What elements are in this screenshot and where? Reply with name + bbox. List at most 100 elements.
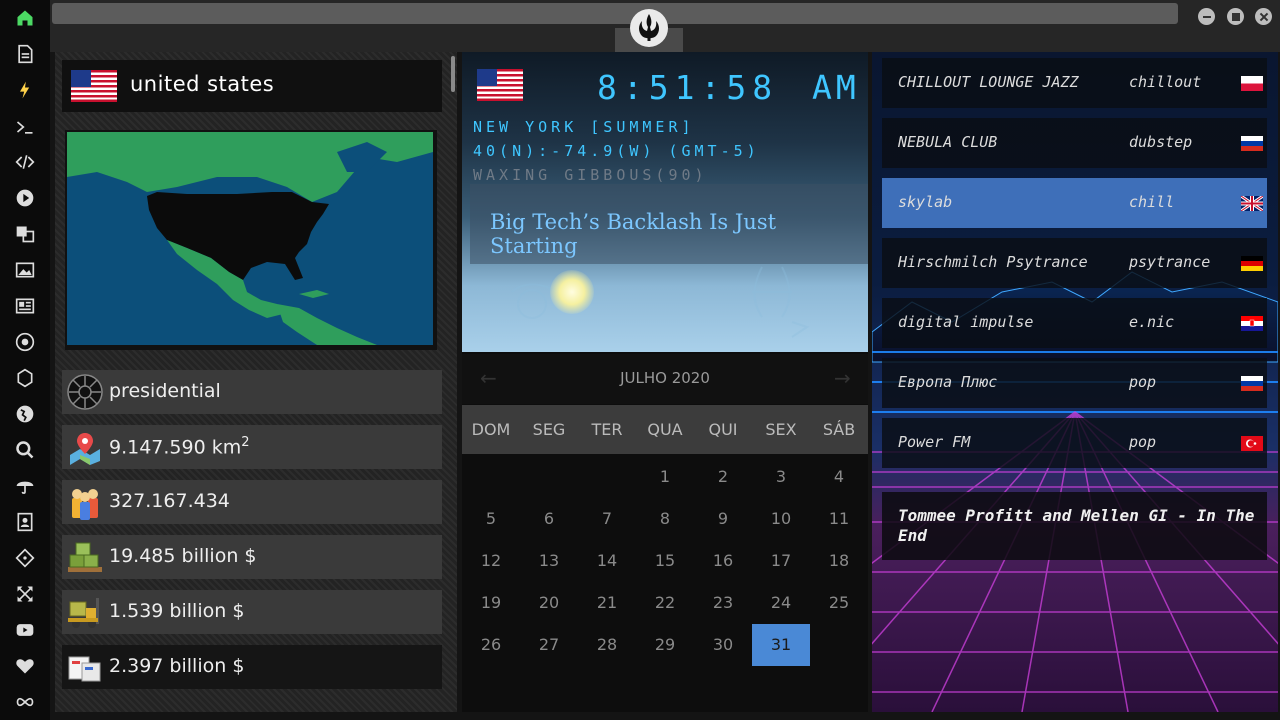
sidebar-bolt-icon[interactable] [13, 78, 37, 102]
exports-value: 2.397 billion $ [109, 655, 245, 677]
calendar-day-28[interactable]: 28 [578, 624, 636, 666]
minimize-button[interactable] [1198, 8, 1215, 25]
maximize-button[interactable] [1227, 8, 1244, 25]
calendar-header: ← JULHO 2020 → [462, 354, 868, 404]
sidebar-globe-icon[interactable] [13, 402, 37, 426]
calendar-day-19[interactable]: 19 [462, 582, 520, 624]
calendar-day-23[interactable]: 23 [694, 582, 752, 624]
calendar-day-18[interactable]: 18 [810, 540, 868, 582]
north-america-map [67, 132, 433, 345]
image-icon [15, 262, 35, 278]
empire-icon [67, 374, 103, 410]
calendar-day-24[interactable]: 24 [752, 582, 810, 624]
calendar-title: JULHO 2020 [620, 369, 710, 387]
calendar-day-7[interactable]: 7 [578, 498, 636, 540]
station-row[interactable]: skylab chill [882, 178, 1267, 228]
calendar-day-15[interactable]: 15 [636, 540, 694, 582]
uk-flag-icon [1241, 196, 1263, 211]
rebel-icon [15, 332, 35, 352]
sidebar-code-icon[interactable] [13, 150, 37, 174]
calendar-day-1[interactable]: 1 [636, 456, 694, 498]
clock-location: NEW YORK [SUMMER] [473, 118, 695, 136]
sidebar-youtube-icon[interactable] [13, 618, 37, 642]
calendar-day-31[interactable]: 31 [752, 624, 810, 666]
now-playing: Tommee Profitt and Mellen GI - In The En… [882, 492, 1267, 560]
calendar-day-11[interactable]: 11 [810, 498, 868, 540]
station-row[interactable]: NEBULA CLUB dubstep [882, 118, 1267, 168]
calendar-day-6[interactable]: 6 [520, 498, 578, 540]
calendar-day-3[interactable]: 3 [752, 456, 810, 498]
radio-panel: CHILLOUT LOUNGE JAZZ chillout NEBULA CLUB d… [872, 52, 1278, 712]
station-row[interactable]: digital impulse e.nic [882, 298, 1267, 348]
russia-flag-icon [1241, 136, 1263, 151]
station-row[interactable]: CHILLOUT LOUNGE JAZZ chillout [882, 58, 1267, 108]
calendar-day-13[interactable]: 13 [520, 540, 578, 582]
station-genre: chill [1129, 193, 1175, 211]
population-icon [72, 489, 98, 520]
sidebar-git-icon[interactable] [13, 546, 37, 570]
left-scrollbar[interactable] [451, 56, 455, 92]
station-row[interactable]: Европа Плюс pop [882, 358, 1267, 408]
government-row: presidential [62, 370, 442, 414]
calendar-day-5[interactable]: 5 [462, 498, 520, 540]
sidebar-search-icon[interactable] [13, 438, 37, 462]
calendar-day-12[interactable]: 12 [462, 540, 520, 582]
imports-row: 1.539 billion $ [62, 590, 442, 634]
calendar-day-16[interactable]: 16 [694, 540, 752, 582]
croatia-flag-icon [1241, 316, 1263, 331]
calendar-day-25[interactable]: 25 [810, 582, 868, 624]
area-unit-superscript: 2 [241, 435, 250, 450]
sidebar-home-icon[interactable] [13, 6, 37, 30]
calendar-day-8[interactable]: 8 [636, 498, 694, 540]
address-bar[interactable] [52, 3, 1178, 24]
gdp-row: 19.485 billion $ [62, 535, 442, 579]
sidebar-terminal-icon[interactable] [13, 115, 37, 139]
station-name: CHILLOUT LOUNGE JAZZ [898, 73, 1079, 91]
station-row[interactable]: Power FM pop [882, 418, 1267, 468]
translate-icon [16, 226, 35, 243]
sidebar-image-icon[interactable] [13, 258, 37, 282]
close-button[interactable] [1255, 8, 1272, 25]
sidebar-expand-icon[interactable] [13, 582, 37, 606]
calendar-next-icon[interactable]: → [834, 366, 851, 390]
rebel-alliance-icon[interactable] [629, 8, 669, 48]
calendar-day-26[interactable]: 26 [462, 624, 520, 666]
clock-calendar-panel: 8:51:58 AM NEW YORK [SUMMER] 40(N):-74.9… [462, 52, 868, 712]
sidebar-play-icon[interactable] [13, 186, 37, 210]
sidebar-translate-icon[interactable] [13, 222, 37, 246]
calendar-day-4[interactable]: 4 [810, 456, 868, 498]
calendar-day-14[interactable]: 14 [578, 540, 636, 582]
sidebar-document-icon[interactable] [13, 42, 37, 66]
calendar-day-10[interactable]: 10 [752, 498, 810, 540]
expand-icon [17, 586, 33, 602]
sidebar-empire-icon[interactable] [13, 366, 37, 390]
weekday-1: SEG [532, 420, 566, 439]
weekday-0: DOM [471, 420, 511, 439]
sidebar-contact-icon[interactable] [13, 510, 37, 534]
station-genre: psytrance [1129, 253, 1211, 271]
news-headline[interactable]: Big Tech’s Backlash Is Just Starting [490, 210, 868, 258]
calendar-day-2[interactable]: 2 [694, 456, 752, 498]
sidebar-umbrella-icon[interactable] [13, 474, 37, 498]
calendar-day-30[interactable]: 30 [694, 624, 752, 666]
calendar-day-27[interactable]: 27 [520, 624, 578, 666]
sidebar-infinity-icon[interactable] [13, 690, 37, 714]
calendar-day-29[interactable]: 29 [636, 624, 694, 666]
calendar-day-20[interactable]: 20 [520, 582, 578, 624]
terminal-icon [16, 121, 33, 134]
calendar-weekdays: DOM SEG TER QUA QUI SEX SÁB [462, 405, 868, 454]
us-flag-icon [477, 69, 523, 101]
sidebar-rebel-icon[interactable] [13, 330, 37, 354]
news-headline-box[interactable]: Big Tech’s Backlash Is Just Starting [470, 184, 868, 264]
heart-icon [16, 659, 34, 674]
station-row[interactable]: Hirschmilch Psytrance psytrance [882, 238, 1267, 288]
document-icon [18, 44, 33, 64]
bolt-icon [20, 81, 30, 99]
weekday-4: QUI [708, 420, 738, 439]
sidebar-heart-icon[interactable] [13, 654, 37, 678]
calendar-day-22[interactable]: 22 [636, 582, 694, 624]
calendar-day-17[interactable]: 17 [752, 540, 810, 582]
calendar-day-9[interactable]: 9 [694, 498, 752, 540]
sidebar-news-icon[interactable] [13, 294, 37, 318]
calendar-day-21[interactable]: 21 [578, 582, 636, 624]
